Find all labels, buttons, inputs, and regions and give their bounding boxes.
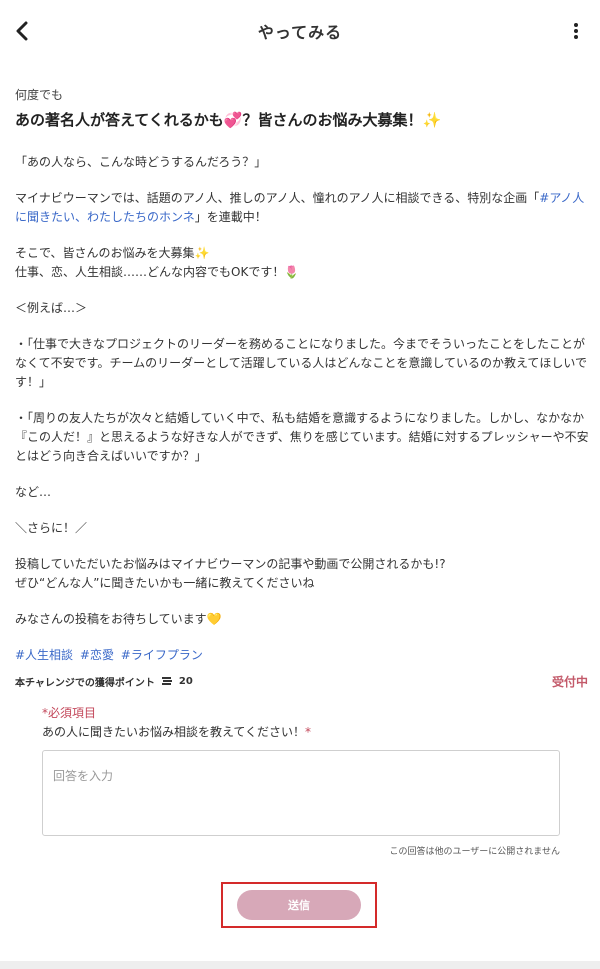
example-2: ・「周りの友人たちが次々と結婚していく中で、私も結婚を意識するようになりました。…	[15, 411, 589, 463]
project-text-post: 」を連載中！	[194, 210, 267, 224]
example-1: ・「仕事で大きなプロジェクトのリーダーを務めることになりました。今までそういった…	[15, 337, 588, 389]
submit-highlight: 送信	[221, 882, 377, 928]
question-text: あの人に聞きたいお悩み相談を教えてください！	[42, 725, 306, 739]
tag-life-plan[interactable]: #ライフプラン	[121, 648, 203, 662]
coin-stack-icon	[161, 677, 172, 685]
required-label: *必須項目	[42, 706, 97, 720]
submit-button[interactable]: 送信	[237, 890, 361, 920]
points-label: 本チャレンジでの獲得ポイント	[15, 678, 155, 689]
closing-text: みなさんの投稿をお待ちしています💛	[15, 612, 222, 626]
app-header: やってみる	[0, 0, 600, 62]
screen: やってみる 何度でも あの著名人が答えてくれるかも💞？皆さんのお悩み大募集！✨ …	[0, 0, 600, 969]
privacy-note: この回答は他のユーザーに公開されません	[389, 847, 560, 857]
call-line-2: 仕事、恋、人生相談……どんな内容でもOKです！🌷	[15, 265, 300, 279]
publish-line-1: 投稿していただいたお悩みはマイナビウーマンの記事や動画で公開されるかも!?	[15, 557, 446, 571]
more-menu-button[interactable]	[564, 17, 588, 45]
required-mark: *	[305, 725, 312, 739]
page-title: やってみる	[257, 23, 343, 42]
bottom-bar	[0, 961, 600, 969]
publish-paragraph: 投稿していただいたお悩みはマイナビウーマンの記事や動画で公開されるかも!? ぜひ…	[15, 555, 590, 593]
answer-form: *必須項目 あの人に聞きたいお悩み相談を教えてください！* この回答は他のユーザ…	[42, 704, 562, 857]
project-paragraph: マイナビウーマンでは、話題のアノ人、推しのアノ人、憧れのアノ人に相談できる、特別…	[15, 189, 590, 227]
examples-heading: ＜例えば…＞	[15, 301, 88, 315]
chevron-left-icon	[16, 21, 28, 41]
answer-input[interactable]	[42, 750, 560, 836]
points-row: 本チャレンジでの獲得ポイント 20 受付中	[15, 673, 588, 690]
publish-line-2: ぜひ“どんな人”に聞きたいかも一緒に教えてくださいね	[15, 576, 315, 590]
more-heading: ＼さらに！／	[15, 521, 88, 535]
category-label: 何度でも	[15, 88, 64, 102]
intro-quote: 「あの人なら、こんな時どうするんだろう？」	[15, 155, 267, 169]
back-button[interactable]	[8, 17, 36, 45]
points-info: 本チャレンジでの獲得ポイント 20	[15, 674, 193, 689]
points-value: 20	[178, 676, 193, 687]
question-label: あの人に聞きたいお悩み相談を教えてください！*	[42, 723, 562, 740]
status-badge: 受付中	[551, 675, 588, 689]
post-content: 何度でも あの著名人が答えてくれるかも💞？皆さんのお悩み大募集！✨ 「あの人なら…	[15, 86, 590, 690]
etc-text: など…	[15, 485, 52, 499]
tag-romance[interactable]: #恋愛	[80, 648, 114, 662]
call-line-1: そこで、皆さんのお悩みを大募集✨	[15, 246, 210, 260]
vertical-dots-icon	[574, 23, 578, 39]
project-text-pre: マイナビウーマンでは、話題のアノ人、推しのアノ人、憧れのアノ人に相談できる、特別…	[15, 191, 540, 205]
tag-life-consultation[interactable]: #人生相談	[15, 648, 73, 662]
tag-list: #人生相談 #恋愛 #ライフプラン	[15, 646, 590, 663]
post-title: あの著名人が答えてくれるかも💞？皆さんのお悩み大募集！✨	[15, 111, 442, 129]
call-paragraph: そこで、皆さんのお悩みを大募集✨ 仕事、恋、人生相談……どんな内容でもOKです！…	[15, 244, 590, 282]
